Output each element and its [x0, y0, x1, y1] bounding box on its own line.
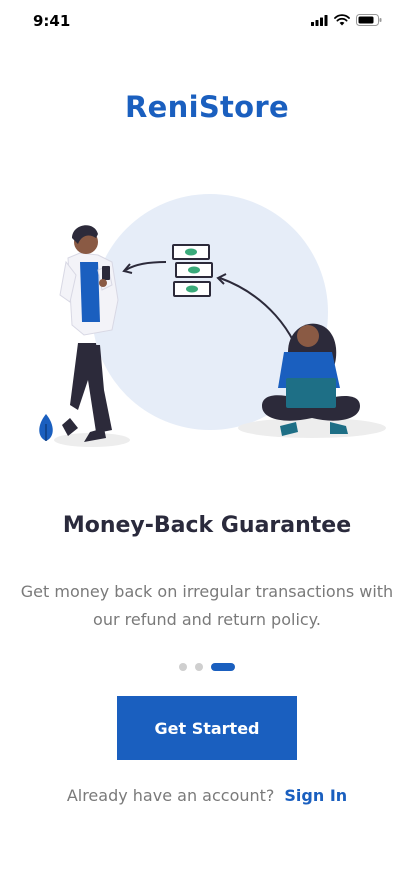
pager-dot[interactable] [179, 663, 187, 671]
money-bills-icon [172, 244, 213, 297]
laptop-icon [286, 378, 336, 408]
onboarding-description: Get money back on irregular transactions… [20, 582, 394, 629]
onboarding-title: Money-Back Guarantee [62, 513, 352, 538]
signin-row: Already have an account? Sign In [0, 786, 414, 805]
pager-dot-active[interactable] [211, 663, 235, 671]
status-icons [311, 14, 382, 26]
status-time: 9:41 [33, 12, 71, 30]
ground-shadow-right [238, 418, 386, 438]
wifi-icon [334, 14, 350, 26]
money-back-illustration [39, 194, 386, 447]
cellular-signal-icon [311, 14, 328, 26]
battery-icon [356, 14, 382, 26]
signin-link[interactable]: Sign In [284, 786, 347, 805]
pager-dot[interactable] [195, 663, 203, 671]
get-started-button[interactable]: Get Started [117, 696, 297, 760]
pager-dots[interactable] [0, 663, 414, 671]
brand-logo-text: ReniStore [125, 90, 289, 124]
signin-prompt: Already have an account? [66, 786, 275, 805]
status-bar: 9:41 [0, 0, 414, 44]
